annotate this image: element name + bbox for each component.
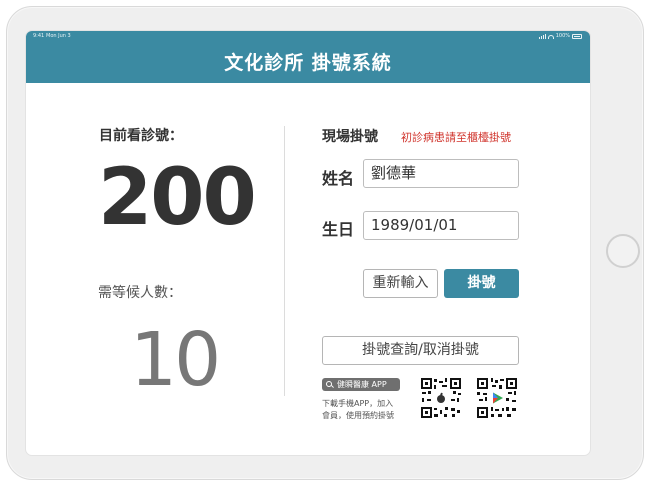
app-screen: 9:41 Mon Jun 3 100% 文化診所 掛號系統 目前看診號： 200… [26, 31, 590, 455]
battery-icon [572, 34, 582, 39]
register-button[interactable]: 掛號 [444, 269, 519, 298]
status-time: 9:41 [33, 33, 45, 39]
home-button[interactable] [606, 234, 640, 268]
status-date: Mon Jun 3 [46, 33, 71, 39]
first-visit-notice: 初診病患請至櫃檯掛號 [401, 131, 511, 144]
reset-button[interactable]: 重新輸入 [363, 269, 438, 298]
birthday-input[interactable]: 1989/01/01 [363, 211, 519, 240]
waiting-count: 10 [130, 317, 221, 403]
column-divider [284, 126, 285, 396]
signal-icon [538, 34, 546, 39]
name-label: 姓名 [322, 169, 355, 188]
query-cancel-button[interactable]: 掛號查詢/取消掛號 [322, 336, 519, 365]
battery-percent: 100% [555, 33, 570, 39]
app-header: 9:41 Mon Jun 3 100% 文化診所 掛號系統 [26, 31, 590, 83]
app-description-line2: 會員，使用預約掛號 [322, 411, 394, 420]
waiting-count-label: 需等候人數： [98, 285, 182, 301]
current-number-label: 目前看診號： [99, 128, 183, 144]
search-icon [326, 381, 332, 387]
status-indicators: 100% [538, 31, 582, 42]
app-badge-label: 健瞬醫康 APP [337, 380, 387, 389]
status-bar: 9:41 Mon Jun 3 100% [26, 31, 590, 42]
app-description-line1: 下載手機APP，加入 [322, 399, 394, 408]
current-number: 200 [98, 153, 257, 243]
wifi-icon [547, 34, 554, 39]
registration-title: 現場掛號 [322, 129, 378, 145]
birthday-label: 生日 [322, 220, 355, 239]
android-qr-code[interactable] [476, 377, 518, 419]
name-input[interactable]: 劉德華 [363, 159, 519, 188]
ios-qr-code[interactable] [420, 377, 462, 419]
page-title: 文化診所 掛號系統 [224, 52, 392, 74]
app-badge[interactable]: 健瞬醫康 APP [322, 378, 400, 391]
